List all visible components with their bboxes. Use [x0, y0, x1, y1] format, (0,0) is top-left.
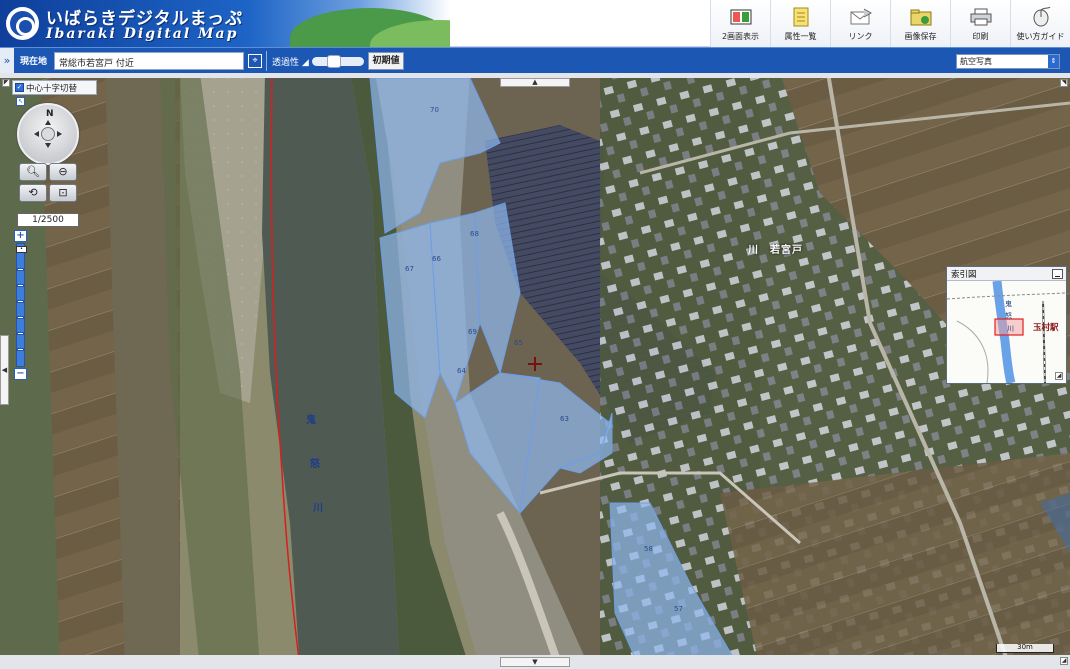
print-label: 印刷 — [972, 32, 989, 41]
map-scale-display: 1/2500 — [17, 213, 79, 227]
image-save-label: 画像保存 — [904, 32, 937, 41]
place-label: 川 若宮戸 — [748, 245, 803, 256]
zoom-level-tick[interactable] — [17, 268, 24, 271]
expand-panel-button[interactable]: » — [0, 48, 14, 74]
dropdown-arrow-icon: ⇕ — [1048, 55, 1059, 68]
resize-icon[interactable]: ◢ — [1055, 372, 1063, 380]
opacity-label: 透過性 ◢ — [272, 58, 309, 68]
dual-screen-button[interactable]: 2画面表示 — [710, 0, 770, 47]
zoom-in-button[interactable]: 🔍︎ — [19, 163, 47, 181]
zoom-slider-knob[interactable]: • — [16, 246, 27, 253]
checkbox-checked-icon[interactable]: ✓ — [15, 83, 24, 92]
opacity-slider[interactable] — [312, 55, 364, 68]
aerial-photo — [0, 73, 1070, 669]
pan-arrows-icon — [34, 120, 62, 148]
zoom-level-tick[interactable] — [17, 316, 24, 319]
divider — [266, 51, 267, 71]
index-river-label: 川 — [1007, 325, 1014, 333]
river-label: 怒 — [310, 459, 320, 470]
print-icon — [970, 7, 992, 27]
zoom-slider-track[interactable]: • — [16, 243, 27, 367]
location-bar: » 現在地 常総市若宮戸 付近 ⌖ 透過性 ◢ 初期値 航空写真 ⇕ — [0, 47, 1070, 74]
parcel-number: 68 — [470, 230, 479, 238]
print-button[interactable]: 印刷 — [950, 0, 1010, 47]
parcel-number: 67 — [405, 265, 414, 273]
minimize-icon[interactable] — [1052, 269, 1063, 279]
index-river-label: 怒 — [1005, 312, 1012, 320]
parcel-number: 57 — [674, 605, 683, 613]
base-layer-value: 航空写真 — [960, 57, 992, 66]
zoom-area-button[interactable]: ⊡ — [49, 184, 77, 202]
location-field[interactable]: 常総市若宮戸 付近 — [54, 52, 244, 70]
index-map-title: 索引図 — [951, 270, 977, 280]
location-label: 現在地 — [20, 57, 48, 67]
expand-bottom-button[interactable]: ▼ — [500, 657, 570, 667]
collapse-top-button[interactable]: ▲ — [500, 78, 570, 87]
logo-swirl-icon — [6, 7, 39, 40]
link-mail-icon — [850, 7, 872, 27]
crosshair-toggle[interactable]: ✓ 中心十字切替 — [12, 80, 97, 95]
guide-mouse-icon — [1030, 7, 1052, 27]
corner-resize-icon[interactable]: ◤ — [2, 79, 10, 87]
corner-resize-icon[interactable]: ◢ — [1060, 657, 1068, 665]
parcel-number: 66 — [432, 255, 441, 263]
dual-screen-icon — [730, 7, 752, 27]
zoom-level-tick[interactable] — [17, 300, 24, 303]
crosshair-toggle-label: 中心十字切替 — [26, 83, 78, 94]
opacity-slider-knob[interactable] — [327, 55, 341, 68]
pan-compass[interactable]: N — [17, 103, 79, 165]
index-map-header: 索引図 — [947, 267, 1066, 281]
river-label: 川 — [313, 503, 323, 514]
attribute-list-icon — [790, 7, 812, 27]
locate-icon[interactable]: ⌖ — [248, 54, 262, 68]
corner-resize-icon[interactable]: ◥ — [1060, 79, 1068, 87]
guide-label: 使い方ガイド — [1016, 32, 1065, 41]
attribute-list-label: 属性一覧 — [784, 32, 817, 41]
index-map-view[interactable]: 鬼 怒 川 玉村駅 ◢ — [947, 281, 1066, 383]
zoom-level-tick[interactable] — [17, 284, 24, 287]
image-save-button[interactable]: 画像保存 — [890, 0, 950, 47]
parcel-number: 65 — [514, 339, 523, 347]
map-view[interactable]: 70 68 67 66 65 64 63 58 57 69 鬼 怒 川 川 若宮… — [0, 73, 1070, 669]
parcel-number: 70 — [430, 106, 439, 114]
parcel-number: 63 — [560, 415, 569, 423]
guide-button[interactable]: 使い方ガイド — [1010, 0, 1070, 47]
zoom-minus-button[interactable]: − — [14, 368, 27, 380]
rotate-reset-button[interactable]: ⟲ — [19, 184, 47, 202]
link-button[interactable]: リンク — [830, 0, 890, 47]
parcel-number: 58 — [644, 545, 653, 553]
link-label: リンク — [848, 32, 873, 41]
zoom-plus-button[interactable]: + — [14, 230, 27, 242]
index-map-panel[interactable]: 索引図 鬼 怒 川 玉村駅 ◢ — [946, 266, 1067, 384]
expand-left-button[interactable]: ◀ — [0, 335, 9, 405]
image-save-icon — [910, 7, 932, 27]
zoom-level-tick[interactable] — [17, 332, 24, 335]
index-river-label: 鬼 — [1005, 300, 1012, 308]
site-subtitle: Ibaraki Digital Map — [46, 26, 239, 42]
river-label: 鬼 — [306, 415, 316, 426]
scale-bar: 30m — [996, 644, 1054, 653]
app-window: いばらきデジタルまっぷ Ibaraki Digital Map 2画面表示 属性… — [0, 0, 1070, 669]
zoom-out-button[interactable]: ⊖ — [49, 163, 77, 181]
station-label: 玉村駅 — [1033, 323, 1059, 333]
site-logo[interactable]: いばらきデジタルまっぷ Ibaraki Digital Map — [0, 0, 450, 47]
zoom-slider[interactable]: + • − — [14, 230, 27, 381]
zoom-level-tick[interactable] — [17, 348, 24, 351]
parcel-number: 69 — [468, 328, 477, 336]
attribute-list-button[interactable]: 属性一覧 — [770, 0, 830, 47]
parcel-number: 64 — [457, 367, 466, 375]
reset-opacity-button[interactable]: 初期値 — [368, 52, 404, 70]
base-layer-select[interactable]: 航空写真 ⇕ — [956, 54, 1060, 69]
center-crosshair-icon — [528, 357, 542, 371]
header-bar: いばらきデジタルまっぷ Ibaraki Digital Map 2画面表示 属性… — [0, 0, 1070, 47]
toolbar: 2画面表示 属性一覧 リンク 画像保存 印刷 使い方ガイド — [710, 0, 1070, 47]
dual-screen-label: 2画面表示 — [721, 32, 760, 41]
